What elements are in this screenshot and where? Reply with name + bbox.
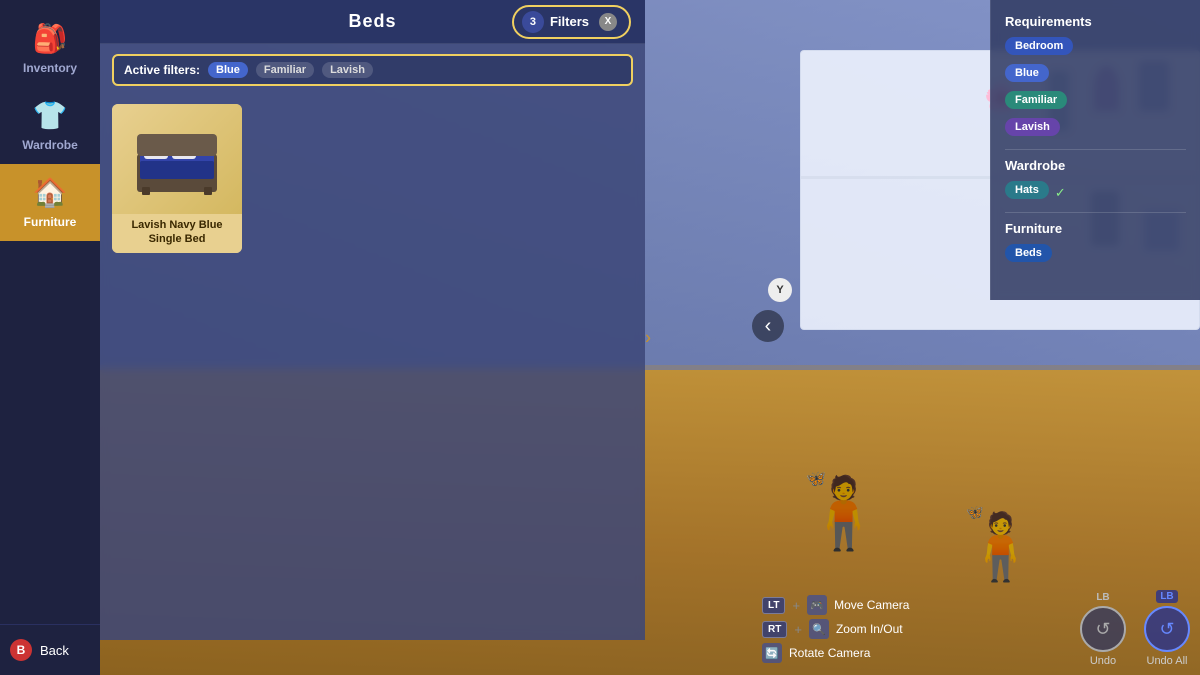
sidebar-back: B Back: [0, 624, 100, 675]
filter-tag-lavish[interactable]: Lavish: [322, 62, 373, 78]
active-filters-bar: Active filters: Blue Familiar Lavish: [112, 54, 633, 86]
sidebar-item-inventory[interactable]: 🎒 Inventory: [0, 10, 100, 87]
panel-title: Beds: [348, 11, 396, 32]
control-row-zoom: RT + 🔍 Zoom In/Out: [762, 619, 909, 639]
item-grid: 1: [100, 96, 645, 261]
lt-button[interactable]: LT: [762, 597, 785, 614]
requirements-tags: Bedroom Blue Familiar Lavish: [1005, 37, 1186, 141]
req-divider-2: [1005, 212, 1186, 213]
undo-button[interactable]: ↺: [1080, 606, 1126, 652]
rotate-icon: 🔄: [762, 643, 782, 663]
b-button[interactable]: B: [10, 639, 32, 661]
panel-header: Beds 3 Filters X: [100, 0, 645, 44]
plus-1: +: [792, 598, 800, 613]
undo-all-group: LB ↺ Undo All: [1144, 590, 1190, 667]
y-button-area: Y: [768, 278, 792, 302]
camera-move-label: Move Camera: [834, 598, 909, 612]
hats-checkmark: ✓: [1055, 185, 1066, 201]
filters-button[interactable]: 3 Filters X: [512, 5, 631, 39]
req-tag-hats[interactable]: Hats: [1005, 181, 1049, 199]
req-tag-blue[interactable]: Blue: [1005, 64, 1049, 82]
filter-tag-blue[interactable]: Blue: [208, 62, 248, 78]
item-image-area: [112, 104, 242, 214]
sidebar-item-furniture-label: Furniture: [24, 215, 77, 229]
requirements-title: Requirements: [1005, 14, 1186, 29]
bottom-controls: LT + 🎮 Move Camera RT + 🔍 Zoom In/Out 🔄 …: [762, 595, 909, 663]
sidebar-item-wardrobe-label: Wardrobe: [22, 138, 78, 152]
control-row-camera-move: LT + 🎮 Move Camera: [762, 595, 909, 615]
wardrobe-icon: 👕: [33, 99, 68, 132]
undo-lb-label: LB: [1096, 592, 1109, 603]
undo-all-label: Undo All: [1147, 655, 1188, 667]
req-tag-familiar[interactable]: Familiar: [1005, 91, 1067, 109]
bed-svg: [132, 119, 222, 199]
left-nav-arrow[interactable]: ‹: [752, 310, 784, 342]
furniture-icon: 🏠: [33, 176, 68, 209]
sidebar-chevron[interactable]: ›: [645, 327, 651, 348]
main-content: 🌸 🧍 🧍 🦋 🦋 Y ‹ LT + 🎮 Move Camera RT + 🔍: [100, 0, 1200, 675]
camera-move-icon: 🎮: [807, 595, 827, 615]
sidebar-item-wardrobe[interactable]: 👕 Wardrobe: [0, 87, 100, 164]
y-button[interactable]: Y: [768, 278, 792, 302]
undo-all-icon: ↺: [1159, 619, 1174, 640]
req-tag-lavish[interactable]: Lavish: [1005, 118, 1060, 136]
undo-icon: ↺: [1095, 619, 1110, 640]
filter-count: 3: [522, 11, 544, 33]
req-tag-bedroom[interactable]: Bedroom: [1005, 37, 1073, 55]
zoom-icon: 🔍: [809, 619, 829, 639]
undo-group: LB ↺ Undo: [1080, 592, 1126, 667]
inventory-icon: 🎒: [33, 22, 68, 55]
req-tag-beds[interactable]: Beds: [1005, 244, 1052, 262]
furniture-tags-row: Beds: [1005, 244, 1186, 267]
undo-all-lb-label: LB: [1156, 590, 1177, 603]
filter-tag-familiar[interactable]: Familiar: [256, 62, 314, 78]
plus-2: +: [794, 622, 802, 637]
back-label: Back: [40, 643, 69, 658]
filter-close[interactable]: X: [599, 13, 617, 31]
furniture-section-title: Furniture: [1005, 221, 1186, 236]
item-card-bed[interactable]: 1: [112, 104, 242, 253]
lb-buttons-area: LB ↺ Undo LB ↺ Undo All: [1080, 590, 1190, 667]
char1-accessory: 🦋: [806, 469, 826, 489]
char2-accessory: 🦋: [966, 504, 983, 521]
sidebar: 🎒 Inventory 👕 Wardrobe 🏠 Furniture B Bac…: [0, 0, 100, 675]
rt-button[interactable]: RT: [762, 621, 787, 638]
sidebar-item-inventory-label: Inventory: [23, 61, 77, 75]
requirements-panel: Requirements Bedroom Blue Familiar Lavis…: [990, 0, 1200, 300]
inventory-panel: Beds 3 Filters X Active filters: Blue Fa…: [100, 0, 645, 640]
control-row-rotate: 🔄 Rotate Camera: [762, 643, 909, 663]
req-divider-1: [1005, 149, 1186, 150]
rotate-label: Rotate Camera: [789, 646, 870, 660]
undo-all-button[interactable]: ↺: [1144, 606, 1190, 652]
active-filters-label: Active filters:: [124, 63, 200, 77]
undo-label: Undo: [1090, 655, 1116, 667]
wardrobe-tags-row: Hats ✓: [1005, 181, 1186, 204]
zoom-label: Zoom In/Out: [836, 622, 903, 636]
filters-label: Filters: [550, 14, 589, 29]
wardrobe-section-title: Wardrobe: [1005, 158, 1186, 173]
sidebar-item-furniture[interactable]: 🏠 Furniture: [0, 164, 100, 241]
item-label: Lavish Navy Blue Single Bed: [112, 214, 242, 253]
